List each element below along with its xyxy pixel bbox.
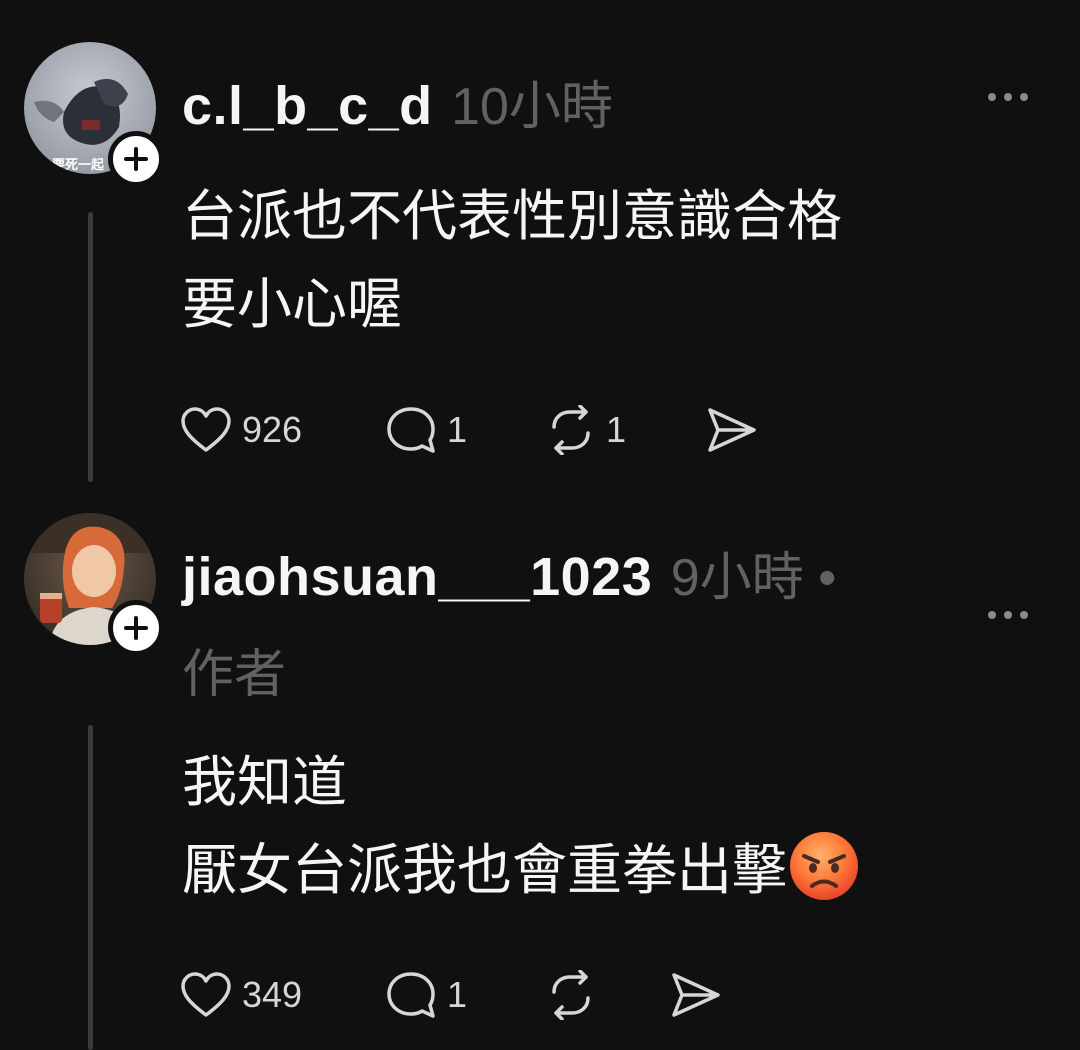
action-bar: 349 1 [180, 967, 780, 1023]
post-text-line: 台派也不代表性別意識合格 [182, 185, 843, 247]
separator-dot: • [818, 549, 837, 607]
share-button[interactable] [670, 971, 722, 1019]
post-text-line: 我知道 [182, 751, 348, 813]
repost-button[interactable]: 1 [546, 405, 626, 455]
more-icon [988, 611, 1028, 619]
reply-count: 1 [447, 974, 468, 1015]
repost-button[interactable] [546, 970, 606, 1020]
reply-button[interactable]: 1 [385, 970, 467, 1020]
follow-button[interactable] [108, 600, 164, 656]
post-text: 我知道 厭女台派我也會重拳出擊 [182, 738, 861, 928]
post-header: jiaohsuan___1023 9小時 • [182, 535, 836, 610]
reply-button[interactable]: 1 [385, 405, 467, 455]
send-icon [708, 408, 756, 452]
repost-count: 1 [606, 409, 627, 450]
plus-icon [124, 616, 148, 640]
share-button[interactable] [706, 406, 758, 454]
heart-icon [181, 972, 231, 1017]
avatar-caption: 要死一起 [52, 158, 105, 173]
follow-button[interactable] [108, 131, 164, 187]
post-text: 台派也不代表性別意識合格 要小心喔 [182, 172, 842, 348]
comment-icon [387, 407, 435, 453]
author-label: 作者 [182, 646, 287, 704]
username[interactable]: jiaohsuan___1023 [182, 547, 652, 607]
thread-line [88, 212, 93, 482]
thread-line [88, 725, 93, 1050]
comment-icon [387, 972, 435, 1018]
angry-face-emoji [787, 829, 861, 928]
reply-count: 1 [447, 409, 468, 450]
username[interactable]: c.l_b_c_d [182, 76, 433, 136]
timestamp: 9小時 [670, 549, 804, 607]
action-bar: 926 1 1 [180, 402, 780, 458]
post-text-line-with-emoji: 厭女台派我也會重拳出擊 [182, 826, 861, 928]
repost-icon [552, 405, 590, 455]
post-text-line: 要小心喔 [182, 273, 403, 335]
post-text-line: 厭女台派我也會重拳出擊 [182, 839, 788, 901]
heart-icon [181, 407, 231, 452]
more-options-button[interactable] [986, 68, 1030, 113]
like-count: 926 [242, 409, 303, 450]
plus-icon [124, 147, 148, 171]
like-button[interactable]: 926 [180, 406, 302, 454]
more-icon [988, 93, 1028, 101]
like-count: 349 [242, 974, 303, 1015]
send-icon [672, 973, 720, 1017]
timestamp: 10小時 [451, 78, 613, 136]
more-options-button[interactable] [986, 586, 1030, 631]
post-header: c.l_b_c_d 10小時 [182, 64, 613, 139]
repost-icon [552, 970, 590, 1020]
like-button[interactable]: 349 [180, 971, 302, 1019]
